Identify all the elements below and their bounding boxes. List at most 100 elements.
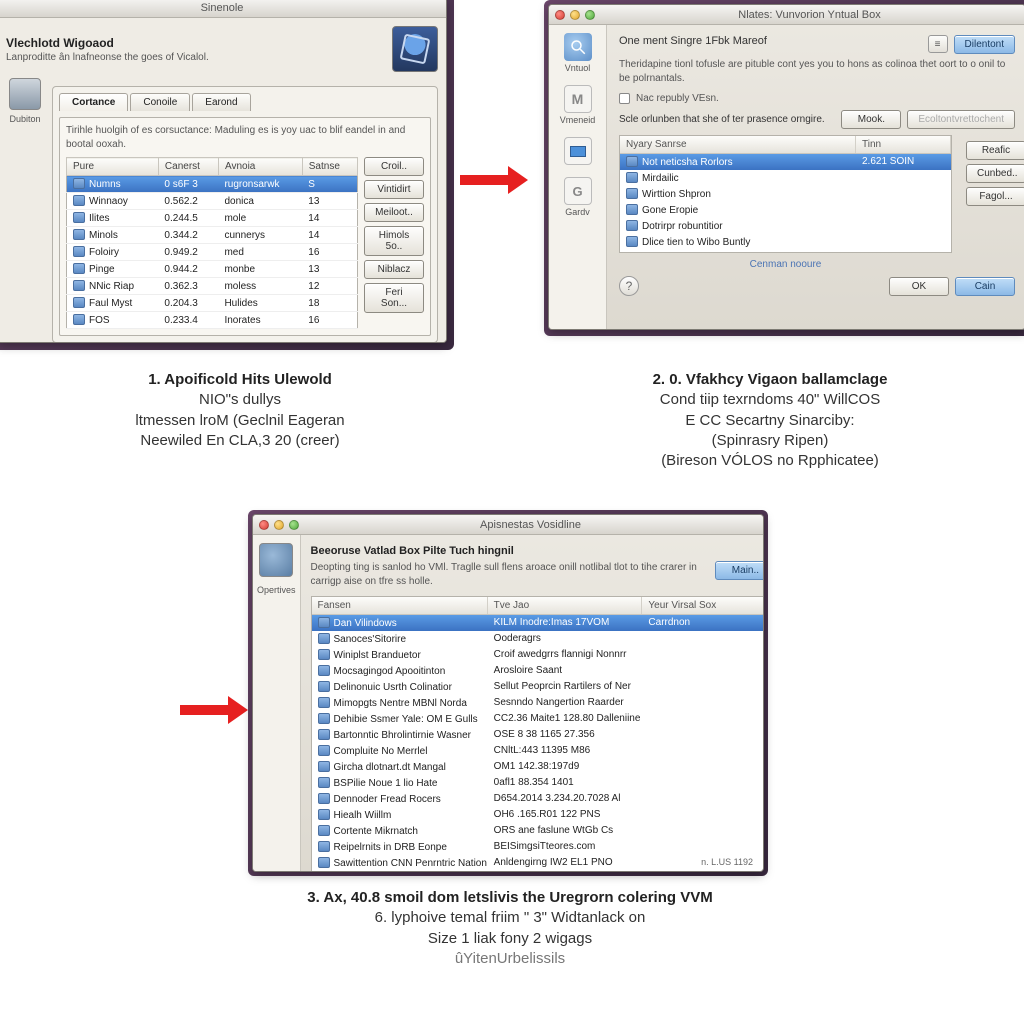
list-item[interactable]: Gone Eropie	[620, 202, 951, 218]
side-button[interactable]: Feri Son...	[364, 283, 424, 313]
zoom-icon[interactable]	[585, 10, 595, 20]
side-button[interactable]: Himols 5o..	[364, 226, 424, 256]
sources-list[interactable]: Nyary Sanrse Tinn Not neticsha Rorlors2.…	[619, 135, 952, 253]
list-item[interactable]: Mocsagingod ApooitintonArosloire Saant	[312, 663, 764, 679]
caption-3: 3. Ax, 40.8 smoil dom letslivis the Ureg…	[180, 888, 840, 969]
col-tinn[interactable]: Tinn	[856, 136, 951, 153]
titlebar: Nlates: Vunvorion Yntual Box	[549, 5, 1024, 25]
list-item[interactable]: Sanoces'SitorireOoderagrs	[312, 631, 764, 647]
mook-button[interactable]: Mook.	[841, 110, 901, 129]
list-item[interactable]: Cortente MikrnatchORS ane faslune WtGb C…	[312, 823, 764, 839]
list-item[interactable]: Gircha dlotnart.dt MangalOM1 142.38:197d…	[312, 759, 764, 775]
list-item[interactable]: Sawittention CNN Penrntric NationAnldeng…	[312, 855, 764, 871]
side-button[interactable]: Fagol...	[966, 187, 1024, 206]
list-item[interactable]: Couslioial Mands	[620, 250, 951, 253]
mini-menu-icon[interactable]: ≡	[928, 35, 948, 53]
list-item[interactable]: Mirdailic	[620, 170, 951, 186]
list-item[interactable]: Dotrirpr robuntitior	[620, 218, 951, 234]
list-item[interactable]: Dehibie Ssmer Yale: OM E GullsCC2.36 Mai…	[312, 711, 764, 727]
table-row[interactable]: Ilites0.244.5mole14	[67, 210, 358, 227]
main-button[interactable]: Main..	[715, 561, 764, 580]
table-row[interactable]: Pinge0.944.2monbe13	[67, 261, 358, 278]
list-item[interactable]: Wirttion Shpron	[620, 186, 951, 202]
arrow-right-icon	[180, 705, 228, 715]
table-row[interactable]: Winnaoy0.562.2donica13	[67, 193, 358, 210]
col-source[interactable]: Nyary Sanrse	[620, 136, 856, 153]
list-item[interactable]: Bartonntic Bhrolintirnie WasnerOSE 8 38 …	[312, 727, 764, 743]
tab-cortance[interactable]: Cortance	[59, 93, 128, 111]
list-item[interactable]: Hiealh WiillmOH6 .165.R01 122 PNS	[312, 807, 764, 823]
table-row[interactable]: Minols0.344.2cunnerys14	[67, 227, 358, 244]
sidebar-item-monitor[interactable]	[564, 137, 592, 165]
sidebar-item-wrench[interactable]: Vntuol	[564, 33, 592, 73]
window-controls[interactable]	[259, 520, 299, 530]
panel3-heading: Beeoruse Vatlad Box Pilte Tuch hingnil	[311, 545, 514, 557]
sidebar-label: Dubiton	[6, 114, 44, 124]
list-item[interactable]: Mimopgts Nentre MBNl NordaSesnndo Nanger…	[312, 695, 764, 711]
side-button[interactable]: Vintidirt	[364, 180, 424, 199]
titlebar: Sinenole	[0, 0, 446, 18]
close-icon[interactable]	[555, 10, 565, 20]
table-row[interactable]: Numns0 s6F 3rugronsarwkS	[67, 176, 358, 193]
vms-table[interactable]: Fansen Tve Jao Yeur Virsal Sox Dan Vilin…	[311, 596, 764, 872]
table-row[interactable]: Foloiry0.949.2med16	[67, 244, 358, 261]
side-button[interactable]: Croil..	[364, 157, 424, 176]
col-pure[interactable]: Pure	[67, 158, 159, 176]
sidebar-item-m[interactable]: M Vmeneid	[560, 85, 596, 125]
side-button[interactable]: Cunbed..	[966, 164, 1024, 183]
list-item[interactable]: Compluite No MerrlelCNltL:443 11395 M86	[312, 743, 764, 759]
list-item[interactable]: Dennoder Fread RocersD654.2014 3.234.20.…	[312, 791, 764, 807]
window-controls[interactable]	[555, 10, 595, 20]
panel-wizard-3: Apisnestas Vosidline Opertives Beeoruse …	[252, 514, 764, 872]
side-button[interactable]: Meiloot..	[364, 203, 424, 222]
col-canerst[interactable]: Canerst	[158, 158, 218, 176]
titlebar: Apisnestas Vosidline	[253, 515, 763, 535]
list-item[interactable]: BSPilie Noue 1 lio Hate0afl1 88.354 1401	[312, 775, 764, 791]
app-icon	[259, 543, 293, 577]
list-item[interactable]: Not neticsha Rorlors2.621 SOIN	[620, 154, 951, 170]
list-item[interactable]: Dlice tien to Wibo Buntly	[620, 234, 951, 250]
list-item[interactable]: Reipelrnits in DRB EonpeBEISimgsiTteores…	[312, 839, 764, 855]
ok-button[interactable]: OK	[889, 277, 949, 296]
sidebar: Vntuol M Vmeneid G Gardv	[549, 25, 607, 329]
checkbox-row[interactable]: Nac republy VEsn.	[619, 93, 1015, 104]
col-tvejao[interactable]: Tve Jao	[488, 597, 643, 614]
sidebar-item-g[interactable]: G Gardv	[564, 177, 592, 217]
wizard-heading: Vlechlotd Wigoaod	[6, 36, 384, 50]
extra-button[interactable]: Ecoltontvrettochent	[907, 110, 1015, 129]
label-row: Scle orlunben that she of ter prasence o…	[619, 114, 835, 125]
col-satnse[interactable]: Satnse	[302, 158, 357, 176]
left-sidebar: Opertives	[253, 535, 301, 871]
table-row[interactable]: Faul Myst0.204.3Hulides18	[67, 295, 358, 312]
minimize-icon[interactable]	[570, 10, 580, 20]
status-text: n. L.US 1192	[701, 857, 753, 867]
list-item[interactable]: Delinonuic Usrth ColinatiorSellut Peoprc…	[312, 679, 764, 695]
close-icon[interactable]	[259, 520, 269, 530]
monitor-icon	[564, 137, 592, 165]
table-row[interactable]: FOS0.233.4Inorates16	[67, 312, 358, 329]
wizard-subheading: Lanproditte ân lnafneonse the goes of Vi…	[6, 52, 384, 63]
minimize-icon[interactable]	[274, 520, 284, 530]
tab-earond[interactable]: Earond	[192, 93, 250, 111]
window-title: Apisnestas Vosidline	[304, 519, 757, 531]
table-row[interactable]: NNic Riap0.362.3moless12	[67, 278, 358, 295]
list-item[interactable]: Winiplst BranduetorCroif awedgrrs flanni…	[312, 647, 764, 663]
m-icon: M	[564, 85, 592, 113]
g-icon: G	[564, 177, 592, 205]
dilentont-button[interactable]: Dilentont	[954, 35, 1015, 54]
tab-conoile[interactable]: Conoile	[130, 93, 190, 111]
col-avnoia[interactable]: Avnoia	[218, 158, 302, 176]
window-title: Nlates: Vunvorion Yntual Box	[600, 9, 1019, 21]
side-button[interactable]: Reafic	[966, 141, 1024, 160]
help-icon[interactable]: ?	[619, 276, 639, 296]
zoom-icon[interactable]	[289, 520, 299, 530]
profiles-table[interactable]: Pure Canerst Avnoia Satnse Numns0 s6F 3r…	[66, 157, 358, 329]
col-yeur[interactable]: Yeur Virsal Sox	[642, 597, 764, 614]
side-button[interactable]: Niblacz	[364, 260, 424, 279]
center-link[interactable]: Cenman nooure	[619, 259, 952, 270]
cain-button[interactable]: Cain	[955, 277, 1015, 296]
checkbox-icon[interactable]	[619, 93, 630, 104]
col-fansen[interactable]: Fansen	[312, 597, 488, 614]
list-item[interactable]: Dan VilindowsKILM Inodre:Imas 17VOMCarrd…	[312, 615, 764, 631]
caption-1: 1. Apoificold Hits Ulewold NIO"s dullys …	[60, 370, 420, 451]
